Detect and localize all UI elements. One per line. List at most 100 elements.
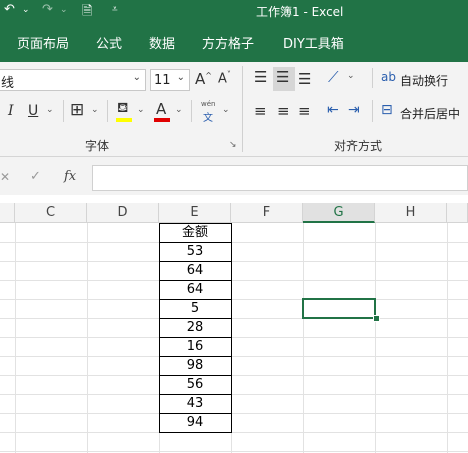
- borders-dropdown-icon[interactable]: ⌄: [91, 105, 99, 115]
- decrease-font-size-icon[interactable]: A˅: [218, 70, 231, 86]
- grid-line: [0, 261, 468, 262]
- cell-amount[interactable]: 53: [159, 242, 231, 261]
- font-name-select[interactable]: 线 ⌄: [0, 69, 146, 91]
- font-dialog-launcher-icon[interactable]: ↘: [229, 140, 237, 150]
- title-bar: ↶ ⌄ ↷ ⌄ 🗎 ⩡ 工作簿1 - Excel: [0, 0, 468, 20]
- underline-button[interactable]: U: [28, 103, 38, 119]
- separator: [191, 100, 192, 122]
- wrap-text-button[interactable]: 自动换行: [400, 72, 448, 89]
- column-header-f[interactable]: F: [231, 203, 303, 223]
- redo-dropdown-icon[interactable]: ⌄: [60, 5, 68, 15]
- increase-indent-icon[interactable]: ⇥: [348, 102, 360, 118]
- chevron-down-icon: ⌄: [176, 72, 185, 83]
- wrap-text-icon[interactable]: ab: [381, 70, 396, 84]
- align-right-icon[interactable]: ≡: [298, 102, 311, 120]
- pinyin-bottom-label: 文: [203, 113, 213, 124]
- top-align-icon[interactable]: ☰: [254, 68, 267, 86]
- column-header-g[interactable]: G: [303, 203, 375, 223]
- redo-icon[interactable]: ↷: [42, 2, 53, 17]
- fill-handle[interactable]: [373, 315, 380, 322]
- align-center-icon[interactable]: ≡: [277, 102, 290, 120]
- undo-dropdown-icon[interactable]: ⌄: [22, 5, 30, 15]
- ribbon-tabs: 页面布局 公式 数据 方方格子 DIY工具箱: [0, 20, 468, 62]
- cell-border: [159, 223, 232, 224]
- middle-align-button[interactable]: ☰: [273, 67, 295, 91]
- cell-border: [159, 394, 232, 395]
- worksheet-grid[interactable]: C D E F G H 金额 53 64 64 5 28 16 98 56 43 94: [0, 203, 468, 453]
- cell-border: [159, 280, 232, 281]
- tab-page-layout[interactable]: 页面布局: [17, 33, 69, 52]
- customize-toolbar-icon[interactable]: ⩡: [112, 4, 118, 15]
- column-header-d[interactable]: D: [87, 203, 159, 223]
- cell-border: [159, 299, 232, 300]
- formula-input[interactable]: [92, 165, 468, 191]
- cell-amount[interactable]: 94: [159, 413, 231, 432]
- tab-formulas[interactable]: 公式: [96, 33, 122, 52]
- cancel-icon[interactable]: ✕: [0, 170, 10, 184]
- separator: [107, 100, 108, 122]
- merge-center-button[interactable]: 合并后居中: [400, 105, 460, 122]
- active-cell[interactable]: [302, 298, 376, 319]
- cell-border: [159, 261, 232, 262]
- cell-amount[interactable]: 28: [159, 318, 231, 337]
- cell-amount[interactable]: 5: [159, 299, 231, 318]
- column-header-c[interactable]: C: [15, 203, 87, 223]
- cell-border: [159, 432, 232, 433]
- cell-amount[interactable]: 64: [159, 261, 231, 280]
- align-left-icon[interactable]: ≡: [254, 102, 267, 120]
- separator: [63, 100, 64, 122]
- grid-line: [0, 394, 468, 395]
- underline-dropdown-icon[interactable]: ⌄: [46, 105, 54, 115]
- grid-line: [0, 337, 468, 338]
- cell-amount[interactable]: 43: [159, 394, 231, 413]
- phonetic-dropdown-icon[interactable]: ⌄: [222, 105, 230, 115]
- column-header-next[interactable]: [447, 203, 468, 223]
- pinyin-top-label: wén: [201, 100, 216, 108]
- column-header-e[interactable]: E: [159, 203, 231, 223]
- grid-line: [0, 375, 468, 376]
- cell-amount[interactable]: 64: [159, 280, 231, 299]
- grid-line: [0, 356, 468, 357]
- font-size-select[interactable]: 11 ⌄: [150, 69, 190, 91]
- column-header-h[interactable]: H: [375, 203, 447, 223]
- font-size-value: 11: [154, 73, 171, 88]
- fill-color-icon[interactable]: ⛾: [117, 100, 128, 118]
- tab-diy-toolbox[interactable]: DIY工具箱: [283, 33, 344, 52]
- grid-line: [0, 242, 468, 243]
- grid-line: [0, 413, 468, 414]
- enter-icon[interactable]: ✓: [30, 169, 41, 184]
- cell-header-amount[interactable]: 金额: [159, 223, 231, 242]
- fill-color-dropdown-icon[interactable]: ⌄: [137, 105, 145, 115]
- cell-amount[interactable]: 16: [159, 337, 231, 356]
- phonetic-guide-button[interactable]: wén 文: [199, 100, 219, 124]
- header-spacer: [0, 203, 15, 223]
- cell-border: [159, 242, 232, 243]
- merge-center-icon[interactable]: ⊟: [381, 102, 393, 118]
- group-separator: [242, 66, 243, 152]
- middle-align-icon: ☰: [276, 68, 290, 86]
- bottom-align-icon[interactable]: ☰: [298, 70, 311, 88]
- cell-amount[interactable]: 56: [159, 375, 231, 394]
- tab-fangfang[interactable]: 方方格子: [202, 33, 254, 52]
- fill-color-swatch: [116, 118, 132, 122]
- insert-function-button[interactable]: fx: [64, 169, 76, 184]
- font-color-swatch: [154, 118, 170, 122]
- font-color-dropdown-icon[interactable]: ⌄: [175, 105, 183, 115]
- grid-line: [0, 299, 468, 300]
- grid-line: [0, 280, 468, 281]
- orientation-dropdown-icon[interactable]: ⌄: [347, 71, 355, 81]
- tab-data[interactable]: 数据: [149, 33, 175, 52]
- undo-icon[interactable]: ↶: [4, 2, 15, 17]
- font-color-icon[interactable]: A: [156, 100, 166, 118]
- grid-line: [303, 223, 304, 453]
- borders-icon[interactable]: ⊞: [70, 100, 84, 120]
- cell-amount[interactable]: 98: [159, 356, 231, 375]
- orientation-icon[interactable]: ⟋: [328, 68, 339, 86]
- increase-font-size-icon[interactable]: A^: [195, 70, 212, 88]
- italic-button[interactable]: I: [8, 103, 14, 119]
- cell-border: [159, 413, 232, 414]
- decrease-indent-icon[interactable]: ⇤: [327, 102, 339, 118]
- grid-line: [87, 223, 88, 453]
- font-name-value: 线: [1, 76, 15, 91]
- grid-line: [375, 223, 376, 453]
